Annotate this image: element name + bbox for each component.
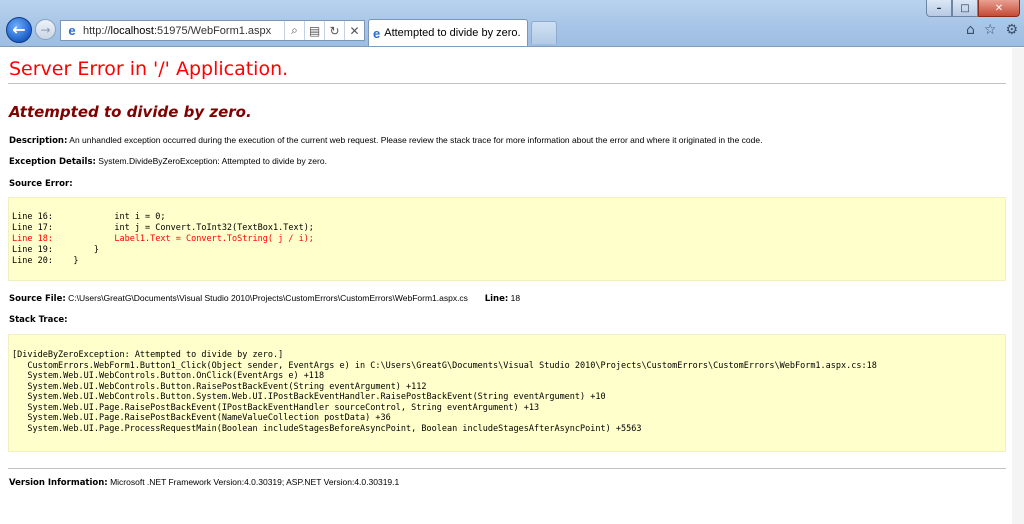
tab-active[interactable]: e Attempted to divide by zero.: [368, 19, 528, 46]
description-text: An unhandled exception occurred during t…: [69, 135, 763, 145]
source-error-heading: Source Error:: [9, 178, 73, 189]
tab-title: Attempted to divide by zero.: [384, 27, 521, 39]
version-label: Version Information:: [9, 478, 108, 488]
source-file-label: Source File:: [9, 294, 66, 304]
ie-tab-icon: e: [373, 25, 381, 41]
source-line: Line 19: }: [12, 245, 99, 255]
stack-line: System.Web.UI.WebControls.Button.System.…: [12, 392, 606, 402]
divider: [8, 468, 1006, 469]
stack-line: System.Web.UI.Page.ProcessRequestMain(Bo…: [12, 423, 642, 434]
line-label: Line:: [484, 294, 509, 304]
source-file: Source File: C:\Users\GreatG\Documents\V…: [9, 293, 520, 304]
refresh-icon[interactable]: ↻: [324, 21, 344, 40]
exception-details: Exception Details: System.DivideByZeroEx…: [9, 156, 327, 167]
maximize-icon[interactable]: □: [952, 0, 978, 17]
page-title: Server Error in '/' Application.: [9, 58, 289, 80]
exception-text: System.DivideByZeroException: Attempted …: [98, 156, 327, 166]
stack-line: [DivideByZeroException: Attempted to div…: [12, 350, 284, 360]
stack-trace-heading: Stack Trace:: [9, 314, 68, 325]
stop-icon[interactable]: ✕: [344, 21, 364, 40]
star-icon[interactable]: ☆: [984, 22, 997, 38]
exception-label: Exception Details:: [9, 157, 96, 167]
source-line-highlighted: Line 18: Label1.Text = Convert.ToString(…: [12, 234, 314, 244]
source-line: Line 17: int j = Convert.ToInt32(TextBox…: [12, 223, 314, 233]
address-url[interactable]: http://localhost:51975/WebForm1.aspx: [83, 25, 284, 37]
stack-line: System.Web.UI.Page.RaisePostBackEvent(Na…: [12, 413, 391, 423]
version-information: Version Information: Microsoft .NET Fram…: [9, 477, 399, 488]
page-content: Server Error in '/' Application. Attempt…: [0, 48, 1024, 524]
source-file-path: C:\Users\GreatG\Documents\Visual Studio …: [68, 293, 468, 303]
stack-line: System.Web.UI.WebControls.Button.OnClick…: [12, 371, 325, 381]
vertical-scrollbar[interactable]: [1012, 48, 1024, 524]
back-arrow-icon[interactable]: ←: [6, 17, 32, 43]
divider: [8, 83, 1006, 84]
address-bar[interactable]: e http://localhost:51975/WebForm1.aspx ⌕…: [60, 20, 365, 41]
close-icon[interactable]: ✕: [978, 0, 1020, 17]
description: Description: An unhandled exception occu…: [9, 135, 762, 146]
line-value: 18: [510, 293, 521, 303]
stack-line: System.Web.UI.WebControls.Button.RaisePo…: [12, 381, 427, 392]
ie-page-icon: e: [68, 23, 76, 38]
browser-chrome: – □ ✕ ← → e http://localhost:51975/WebFo…: [0, 0, 1024, 47]
forward-arrow-icon[interactable]: →: [35, 19, 56, 40]
stack-line: CustomErrors.WebForm1.Button1_Click(Obje…: [12, 360, 877, 371]
stack-trace-box: [DivideByZeroException: Attempted to div…: [8, 334, 1006, 452]
source-line: Line 16: int i = 0;: [12, 212, 166, 222]
stack-trace-label: Stack Trace:: [9, 315, 68, 325]
compatibility-icon[interactable]: ▤: [304, 21, 324, 40]
new-tab-button[interactable]: [531, 21, 557, 44]
error-title: Attempted to divide by zero.: [9, 103, 252, 121]
stack-line: System.Web.UI.Page.RaisePostBackEvent(IP…: [12, 402, 540, 413]
gear-icon[interactable]: ⚙: [1005, 22, 1018, 38]
window-controls: – □ ✕: [926, 0, 1020, 17]
search-icon[interactable]: ⌕: [284, 21, 304, 40]
home-icon[interactable]: ⌂: [966, 22, 975, 38]
source-code-box: Line 16: int i = 0; Line 17: int j = Conv…: [8, 197, 1006, 281]
source-line: Line 20: }: [12, 256, 79, 266]
source-error-label: Source Error:: [9, 179, 73, 189]
version-text: Microsoft .NET Framework Version:4.0.303…: [110, 477, 400, 487]
toolbar-icons: ⌂ ☆ ⚙: [966, 22, 1018, 38]
minimize-icon[interactable]: –: [926, 0, 952, 17]
description-label: Description:: [9, 136, 68, 146]
